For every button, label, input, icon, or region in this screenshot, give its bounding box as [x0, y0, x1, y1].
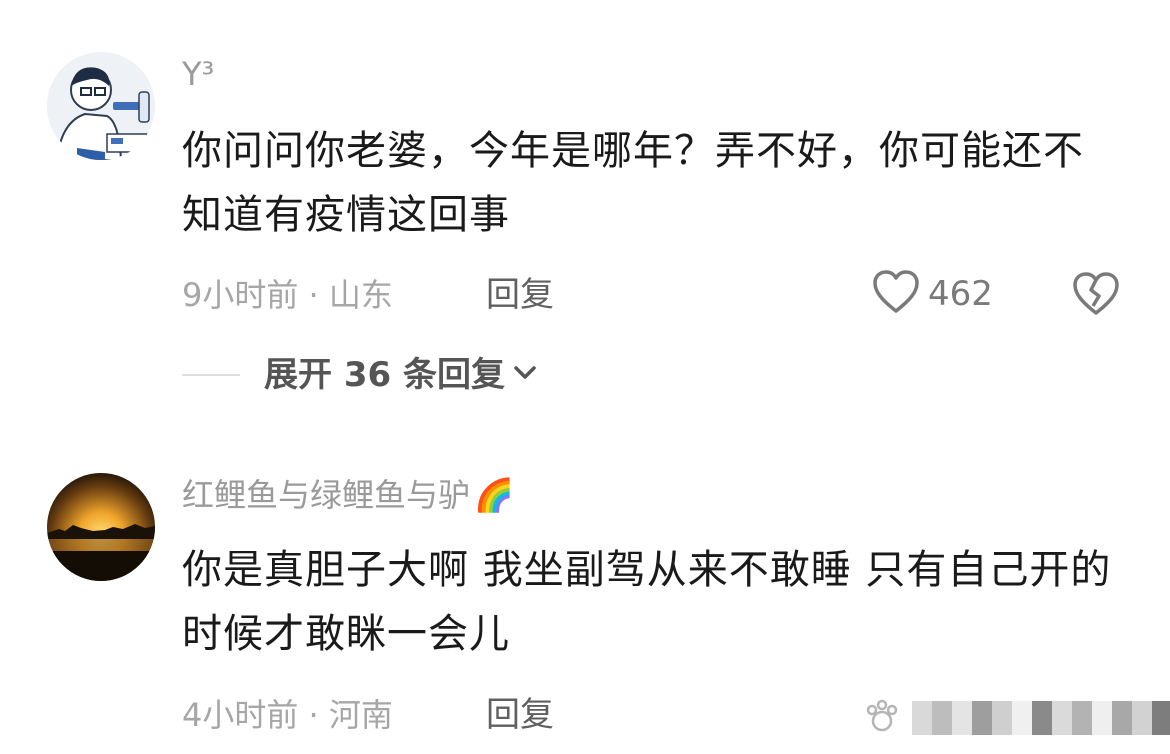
watermark [862, 688, 1170, 748]
reply-button[interactable]: 回复 [486, 695, 554, 735]
comment-item: Y³ 你问问你老婆，今年是哪年？弄不好，你可能还不知道有疫情这回事 9小时前 ·… [0, 0, 1170, 420]
mosaic-blur [912, 701, 1170, 735]
comment-meta: 4小时前 · 河南 [182, 696, 393, 734]
avatar-sunset [47, 473, 155, 581]
broken-heart-icon [1072, 272, 1120, 320]
like-button[interactable]: 462 [872, 270, 993, 318]
expand-replies-button[interactable]: 展开 36 条回复 [182, 355, 537, 395]
paw-icon [862, 696, 902, 740]
comment-meta: 9小时前 · 山东 [182, 276, 393, 314]
divider [182, 374, 240, 376]
avatar-illustration [47, 52, 155, 160]
avatar[interactable] [47, 52, 155, 160]
avatar[interactable] [47, 473, 155, 581]
rainbow-emoji: 🌈 [474, 476, 514, 514]
comment-text: 你问问你老婆，今年是哪年？弄不好，你可能还不知道有疫情这回事 [182, 128, 1084, 238]
dislike-button[interactable] [1072, 272, 1120, 320]
like-count: 462 [928, 274, 993, 314]
heart-outline-icon [872, 270, 920, 318]
comment-text: 你是真胆子大啊 我坐副驾从来不敢睡 只有自己开的时候才敢眯一会儿 [182, 547, 1112, 657]
username-text: 红鲤鱼与绿鲤鱼与驴 [182, 476, 471, 514]
username[interactable]: 红鲤鱼与绿鲤鱼与驴 🌈 [182, 475, 514, 515]
reply-button[interactable]: 回复 [486, 275, 554, 315]
expand-replies-label: 展开 36 条回复 [264, 355, 505, 395]
chevron-down-icon [513, 365, 537, 385]
username[interactable]: Y³ [182, 54, 214, 94]
